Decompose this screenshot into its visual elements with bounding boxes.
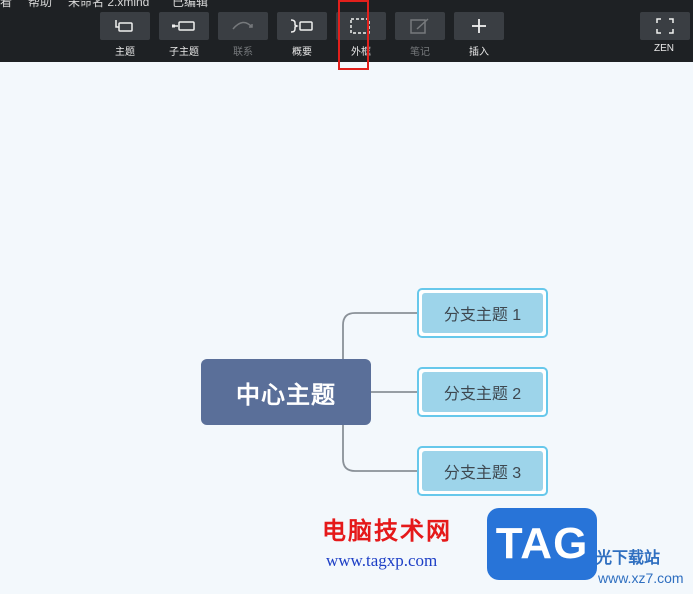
subtopic-1[interactable]: 分支主题 1: [417, 288, 548, 338]
subtopic-3[interactable]: 分支主题 3: [417, 446, 548, 496]
watermark-site-url: www.xz7.com: [598, 570, 684, 586]
central-topic[interactable]: 中心主题: [201, 359, 371, 425]
subtopic-2[interactable]: 分支主题 2: [417, 367, 548, 417]
subtopic-2-label: 分支主题 2: [422, 372, 543, 412]
watermark-site-name: 光下载站: [596, 550, 661, 567]
watermark-logo: TAG: [487, 508, 597, 580]
branch-connectors: [342, 312, 417, 472]
subtopic-3-label: 分支主题 3: [422, 451, 543, 491]
highlight-annotation: [338, 0, 369, 70]
subtopic-1-label: 分支主题 1: [422, 293, 543, 333]
watermark-title: 电脑技术网: [322, 518, 452, 545]
connector-branch-1: [342, 312, 417, 326]
watermark-url: www.tagxp.com: [326, 551, 438, 570]
